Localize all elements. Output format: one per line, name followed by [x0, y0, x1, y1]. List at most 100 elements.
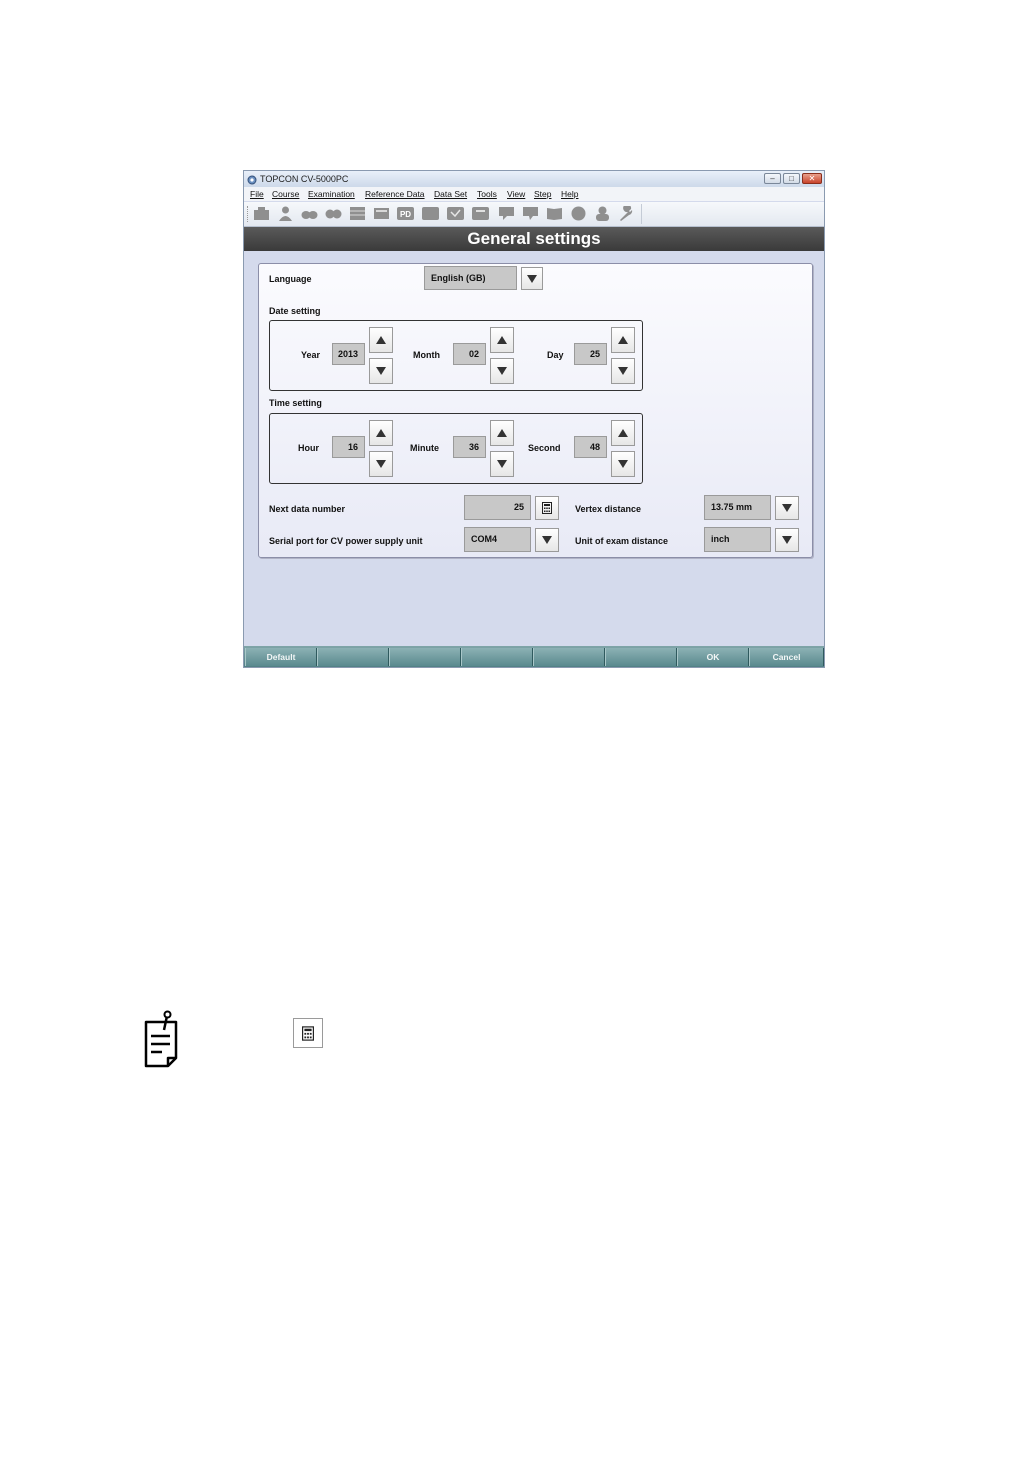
year-down-button[interactable] [369, 358, 393, 384]
serial-port-label: Serial port for CV power supply unit [269, 536, 423, 546]
circle-icon[interactable] [570, 206, 587, 221]
ok-button[interactable]: OK [677, 648, 749, 666]
arrow-up-icon [497, 429, 507, 437]
bottom-button-3[interactable] [389, 648, 461, 666]
close-icon: ✕ [808, 174, 816, 183]
day-value[interactable]: 25 [574, 343, 607, 365]
minute-value[interactable]: 36 [453, 436, 486, 458]
cancel-button[interactable]: Cancel [749, 648, 824, 666]
app-logo-icon [247, 174, 257, 185]
arrow-up-icon [618, 336, 628, 344]
second-value[interactable]: 48 [574, 436, 607, 458]
language-select-value[interactable]: English (GB) [424, 266, 517, 290]
minimize-icon: – [770, 174, 775, 183]
bottom-button-2[interactable] [317, 648, 389, 666]
print-icon[interactable] [472, 206, 489, 221]
arrow-up-icon [497, 336, 507, 344]
menu-course[interactable]: Course [272, 187, 299, 201]
bottom-button-4[interactable] [461, 648, 533, 666]
wrench-icon[interactable] [618, 206, 635, 221]
minute-label: Minute [410, 443, 439, 453]
menu-tools[interactable]: Tools [477, 187, 497, 201]
maximize-button[interactable]: □ [783, 173, 800, 184]
title-bar[interactable]: TOPCON CV-5000PC – □ ✕ [244, 171, 824, 188]
hour-up-button[interactable] [369, 420, 393, 446]
menu-help[interactable]: Help [561, 187, 578, 201]
exam-distance-unit-dropdown-button[interactable] [775, 528, 799, 552]
hour-down-button[interactable] [369, 451, 393, 477]
month-value[interactable]: 02 [453, 343, 486, 365]
maximize-icon: □ [789, 174, 794, 183]
serial-port-select-value[interactable]: COM4 [464, 527, 531, 552]
glasses-icon[interactable] [301, 206, 318, 221]
calculator-icon [293, 1018, 323, 1048]
bottom-button-6[interactable] [605, 648, 677, 666]
book-icon[interactable] [546, 206, 563, 221]
hour-value[interactable]: 16 [332, 436, 365, 458]
second-up-button[interactable] [611, 420, 635, 446]
bottom-button-bar: Default OK Cancel [244, 646, 824, 667]
pd-icon[interactable]: PD [397, 206, 414, 221]
card-icon[interactable] [373, 206, 390, 221]
arrow-down-icon [497, 460, 507, 468]
patient-icon[interactable] [277, 206, 294, 221]
arrow-up-icon [618, 429, 628, 437]
year-label: Year [301, 350, 321, 360]
language-dropdown-button[interactable] [521, 267, 543, 290]
calculator-button[interactable] [535, 496, 559, 520]
chart-va-icon[interactable] [447, 206, 464, 221]
menu-file[interactable]: File [250, 187, 264, 201]
page-title: General settings [244, 227, 824, 251]
arrow-down-icon [497, 367, 507, 375]
blank-icon[interactable] [422, 206, 439, 221]
serial-port-dropdown-button[interactable] [535, 528, 559, 552]
date-setting-label: Date setting [269, 306, 321, 316]
minute-up-button[interactable] [490, 420, 514, 446]
chevron-down-icon [527, 274, 537, 283]
chevron-down-icon [542, 536, 552, 544]
month-down-button[interactable] [490, 358, 514, 384]
arrow-down-icon [376, 367, 386, 375]
next-data-number-label: Next data number [269, 504, 346, 514]
year-value[interactable]: 2013 [332, 343, 365, 365]
minimize-button[interactable]: – [764, 173, 781, 184]
arrow-down-icon [376, 460, 386, 468]
minute-down-button[interactable] [490, 451, 514, 477]
menu-reference-data[interactable]: Reference Data [365, 187, 425, 201]
app-window: TOPCON CV-5000PC – □ ✕ File Course Exami… [243, 170, 825, 668]
day-label: Day [547, 350, 564, 360]
exam-distance-unit-select-value[interactable]: inch [704, 527, 771, 552]
time-setting-label: Time setting [269, 398, 322, 408]
vertex-distance-select-value[interactable]: 13.75 mm [704, 495, 771, 520]
vertex-distance-dropdown-button[interactable] [775, 496, 799, 520]
second-label: Second [528, 443, 561, 453]
arrow-down-icon [618, 460, 628, 468]
next-data-number-value[interactable]: 25 [464, 495, 531, 520]
speech-bubble-icon[interactable] [498, 206, 515, 221]
day-down-button[interactable] [611, 358, 635, 384]
vertex-distance-label: Vertex distance [575, 504, 642, 514]
arrow-up-icon [376, 429, 386, 437]
menu-step[interactable]: Step [534, 187, 552, 201]
default-button[interactable]: Default [245, 648, 317, 666]
second-down-button[interactable] [611, 451, 635, 477]
menu-data-set[interactable]: Data Set [434, 187, 467, 201]
menu-view[interactable]: View [507, 187, 525, 201]
window-title: TOPCON CV-5000PC [260, 174, 349, 184]
data-table-icon[interactable] [349, 206, 366, 221]
glasses-icon-2[interactable] [325, 206, 342, 221]
user-icon[interactable] [594, 206, 611, 221]
toolbar-grip[interactable] [247, 206, 251, 222]
menu-examination[interactable]: Examination [308, 187, 355, 201]
bottom-button-5[interactable] [533, 648, 605, 666]
toolbar-separator [641, 204, 642, 224]
year-up-button[interactable] [369, 327, 393, 353]
month-up-button[interactable] [490, 327, 514, 353]
close-button[interactable]: ✕ [802, 173, 822, 184]
case-icon[interactable] [253, 206, 270, 221]
speech-bubble-icon-2[interactable] [522, 206, 539, 221]
chevron-down-icon [782, 536, 792, 544]
day-up-button[interactable] [611, 327, 635, 353]
arrow-up-icon [376, 336, 386, 344]
toolbar: PD [244, 202, 824, 227]
